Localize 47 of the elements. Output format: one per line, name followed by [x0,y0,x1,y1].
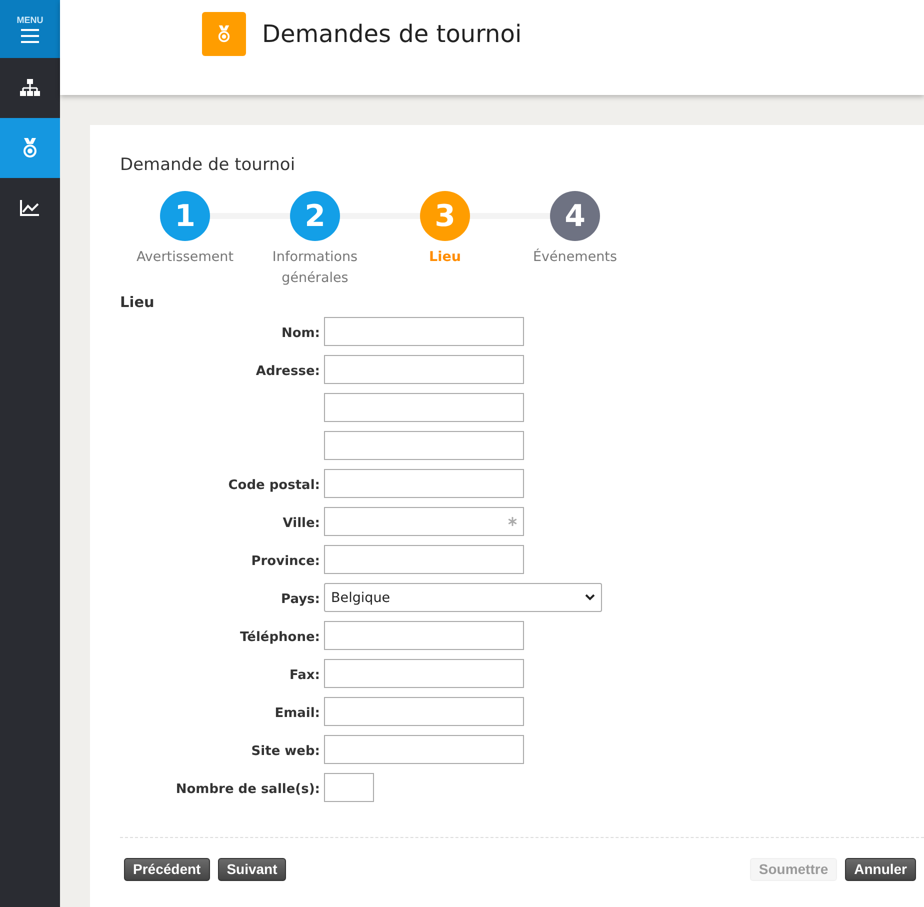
input-field[interactable] [324,621,524,650]
step-circle: 2 [290,191,340,241]
line-chart-icon [20,200,40,216]
step-circle: 1 [160,191,210,241]
nav-button[interactable]: Suivant [218,858,286,881]
input-field[interactable] [324,735,524,764]
field-label: Nom: [281,326,320,341]
step-circle: 4 [550,191,600,241]
input-field[interactable] [324,697,524,726]
sitemap-icon [20,79,40,97]
form-title: Demande de tournoi [120,155,296,175]
field-label: Fax: [290,668,320,683]
chevron-down-icon [585,594,595,601]
country-select[interactable]: Belgique [324,583,602,612]
section-title: Lieu [120,295,156,311]
input-field[interactable] [324,355,524,384]
field-label: Téléphone: [240,630,320,645]
step-label: Avertissement [135,248,234,267]
field-label: Site web: [251,744,320,759]
input-field[interactable] [324,545,524,574]
input-field[interactable] [324,507,524,536]
field-label: Adresse: [256,364,320,379]
step-label: Informations générales [271,248,359,288]
input-field[interactable] [324,659,524,688]
menu-button[interactable]: MENU [0,0,60,58]
input-field[interactable] [324,431,524,460]
menu-icon [21,29,39,43]
input-field[interactable] [324,393,524,422]
medal-icon [202,12,246,56]
field-label: Email: [274,706,320,721]
input-field[interactable] [324,469,524,498]
field-label: Nombre de salle(s): [176,782,320,797]
step-circle: 3 [420,191,470,241]
select-value: Belgique [331,590,390,606]
step-label: Lieu [428,248,462,267]
action-button[interactable]: Annuler [845,858,916,881]
field-label: Pays: [281,592,320,607]
step-label: Événements [532,248,618,267]
menu-label: MENU [16,15,44,25]
field-label: Code postal: [228,478,320,493]
input-field[interactable] [324,317,524,346]
page-title: Demandes de tournoi [262,19,522,50]
nav-button[interactable]: Précédent [124,858,210,881]
field-label: Province: [251,554,320,569]
medal-icon [23,138,37,158]
field-label: Ville: [282,516,320,531]
input-field[interactable] [324,773,374,802]
